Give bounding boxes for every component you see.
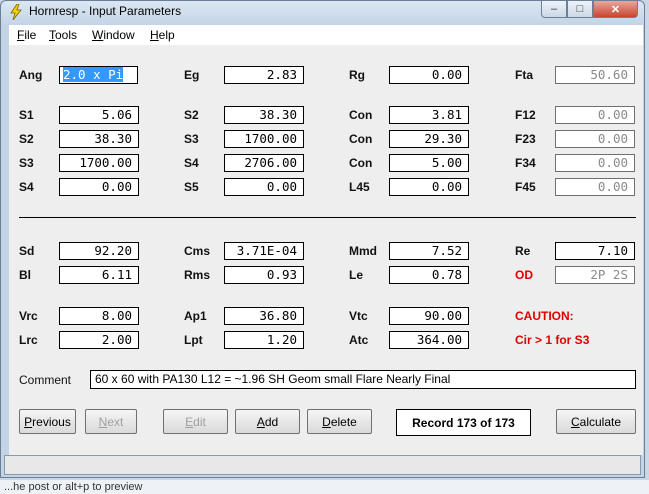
parameter-panel: Ang 2.0 x Pi Eg 2.83 Rg 0.00 Fta 50.60 S… (9, 45, 643, 455)
fta-field: 50.60 (555, 66, 635, 84)
con-label: Con (349, 108, 373, 122)
title-bar[interactable]: Hornresp - Input Parameters – □ ✕ (1, 1, 644, 23)
lrc-label: Lrc (19, 333, 38, 347)
s2-field[interactable]: 38.30 (224, 106, 304, 124)
caution-message: Cir > 1 for S3 (515, 333, 590, 347)
rg-field[interactable]: 0.00 (389, 66, 469, 84)
lpt-label: Lpt (184, 333, 203, 347)
ang-field[interactable]: 2.0 x Pi (59, 66, 138, 84)
s4-field[interactable]: 2706.00 (224, 154, 304, 172)
re-field[interactable]: 7.10 (555, 242, 635, 260)
s4-field[interactable]: 0.00 (59, 178, 139, 196)
s1-field[interactable]: 5.06 (59, 106, 139, 124)
f34-field: 0.00 (555, 154, 635, 172)
le-label: Le (349, 268, 364, 282)
background-window-text: ...he post or alt+p to preview (0, 480, 649, 494)
mmd-field[interactable]: 7.52 (389, 242, 469, 260)
vtc-label: Vtc (349, 309, 368, 323)
lpt-field[interactable]: 1.20 (224, 331, 304, 349)
status-bar (4, 455, 641, 475)
add-button[interactable]: Add (235, 409, 300, 434)
l45-label: L45 (349, 180, 370, 194)
s3-label: S3 (184, 132, 199, 146)
rms-label: Rms (184, 268, 211, 282)
sd-label: Sd (19, 244, 35, 258)
menu-bar: File Tools Window Help (9, 25, 643, 46)
con-field[interactable]: 3.81 (389, 106, 469, 124)
comment-label: Comment (19, 373, 72, 387)
calculate-button[interactable]: Calculate (556, 409, 636, 434)
minimize-button[interactable]: – (541, 1, 567, 18)
lrc-field[interactable]: 2.00 (59, 331, 139, 349)
s2-field[interactable]: 38.30 (59, 130, 139, 148)
vrc-field[interactable]: 8.00 (59, 307, 139, 325)
menu-file[interactable]: File (17, 28, 36, 42)
s5-field[interactable]: 0.00 (224, 178, 304, 196)
s2-label: S2 (184, 108, 199, 122)
rg-label: Rg (349, 68, 365, 82)
cms-field[interactable]: 3.71E-04 (224, 242, 304, 260)
maximize-button[interactable]: □ (567, 1, 593, 18)
vtc-field[interactable]: 90.00 (389, 307, 469, 325)
caution-title: CAUTION: (515, 309, 574, 323)
con-field[interactable]: 5.00 (389, 154, 469, 172)
ap1-field[interactable]: 36.80 (224, 307, 304, 325)
s3-label: S3 (19, 156, 34, 170)
f45-field: 0.00 (555, 178, 635, 196)
s5-label: S5 (184, 180, 199, 194)
close-button[interactable]: ✕ (593, 1, 638, 18)
s2-label: S2 (19, 132, 34, 146)
con-label: Con (349, 132, 373, 146)
s4-label: S4 (184, 156, 199, 170)
lightning-bolt-icon (10, 4, 22, 20)
con-field[interactable]: 29.30 (389, 130, 469, 148)
s3-field[interactable]: 1700.00 (59, 154, 139, 172)
rms-field[interactable]: 0.93 (224, 266, 304, 284)
atc-label: Atc (349, 333, 369, 347)
f12-label: F12 (515, 108, 536, 122)
comment-field[interactable]: 60 x 60 with PA130 L12 = ~1.96 SH Geom s… (90, 370, 636, 389)
vrc-label: Vrc (19, 309, 38, 323)
s4-label: S4 (19, 180, 34, 194)
edit-button[interactable]: Edit (163, 409, 228, 434)
sd-field[interactable]: 92.20 (59, 242, 139, 260)
delete-button[interactable]: Delete (307, 409, 372, 434)
previous-button[interactable]: Previous (19, 409, 76, 434)
od-field[interactable]: 2P 2S (555, 266, 635, 284)
ang-label: Ang (19, 68, 43, 82)
atc-field[interactable]: 364.00 (389, 331, 469, 349)
s3-field[interactable]: 1700.00 (224, 130, 304, 148)
eg-label: Eg (184, 68, 200, 82)
bl-label: Bl (19, 268, 31, 282)
cms-label: Cms (184, 244, 211, 258)
l45-field[interactable]: 0.00 (389, 178, 469, 196)
ap1-label: Ap1 (184, 309, 207, 323)
bl-field[interactable]: 6.11 (59, 266, 139, 284)
menu-window[interactable]: Window (92, 28, 135, 42)
f23-field: 0.00 (555, 130, 635, 148)
section-divider (19, 217, 636, 218)
con-label: Con (349, 156, 373, 170)
s1-label: S1 (19, 108, 34, 122)
window-title: Hornresp - Input Parameters (29, 4, 182, 18)
re-label: Re (515, 244, 531, 258)
eg-field[interactable]: 2.83 (224, 66, 304, 84)
f45-label: F45 (515, 180, 536, 194)
menu-tools[interactable]: Tools (49, 28, 77, 42)
record-indicator: Record 173 of 173 (396, 409, 531, 436)
menu-help[interactable]: Help (150, 28, 175, 42)
next-button[interactable]: Next (85, 409, 137, 434)
mmd-label: Mmd (349, 244, 377, 258)
fta-label: Fta (515, 68, 533, 82)
f23-label: F23 (515, 132, 536, 146)
f12-field: 0.00 (555, 106, 635, 124)
od-label: OD (515, 268, 533, 282)
le-field[interactable]: 0.78 (389, 266, 469, 284)
input-parameters-window: Hornresp - Input Parameters – □ ✕ File T… (0, 0, 645, 478)
f34-label: F34 (515, 156, 536, 170)
